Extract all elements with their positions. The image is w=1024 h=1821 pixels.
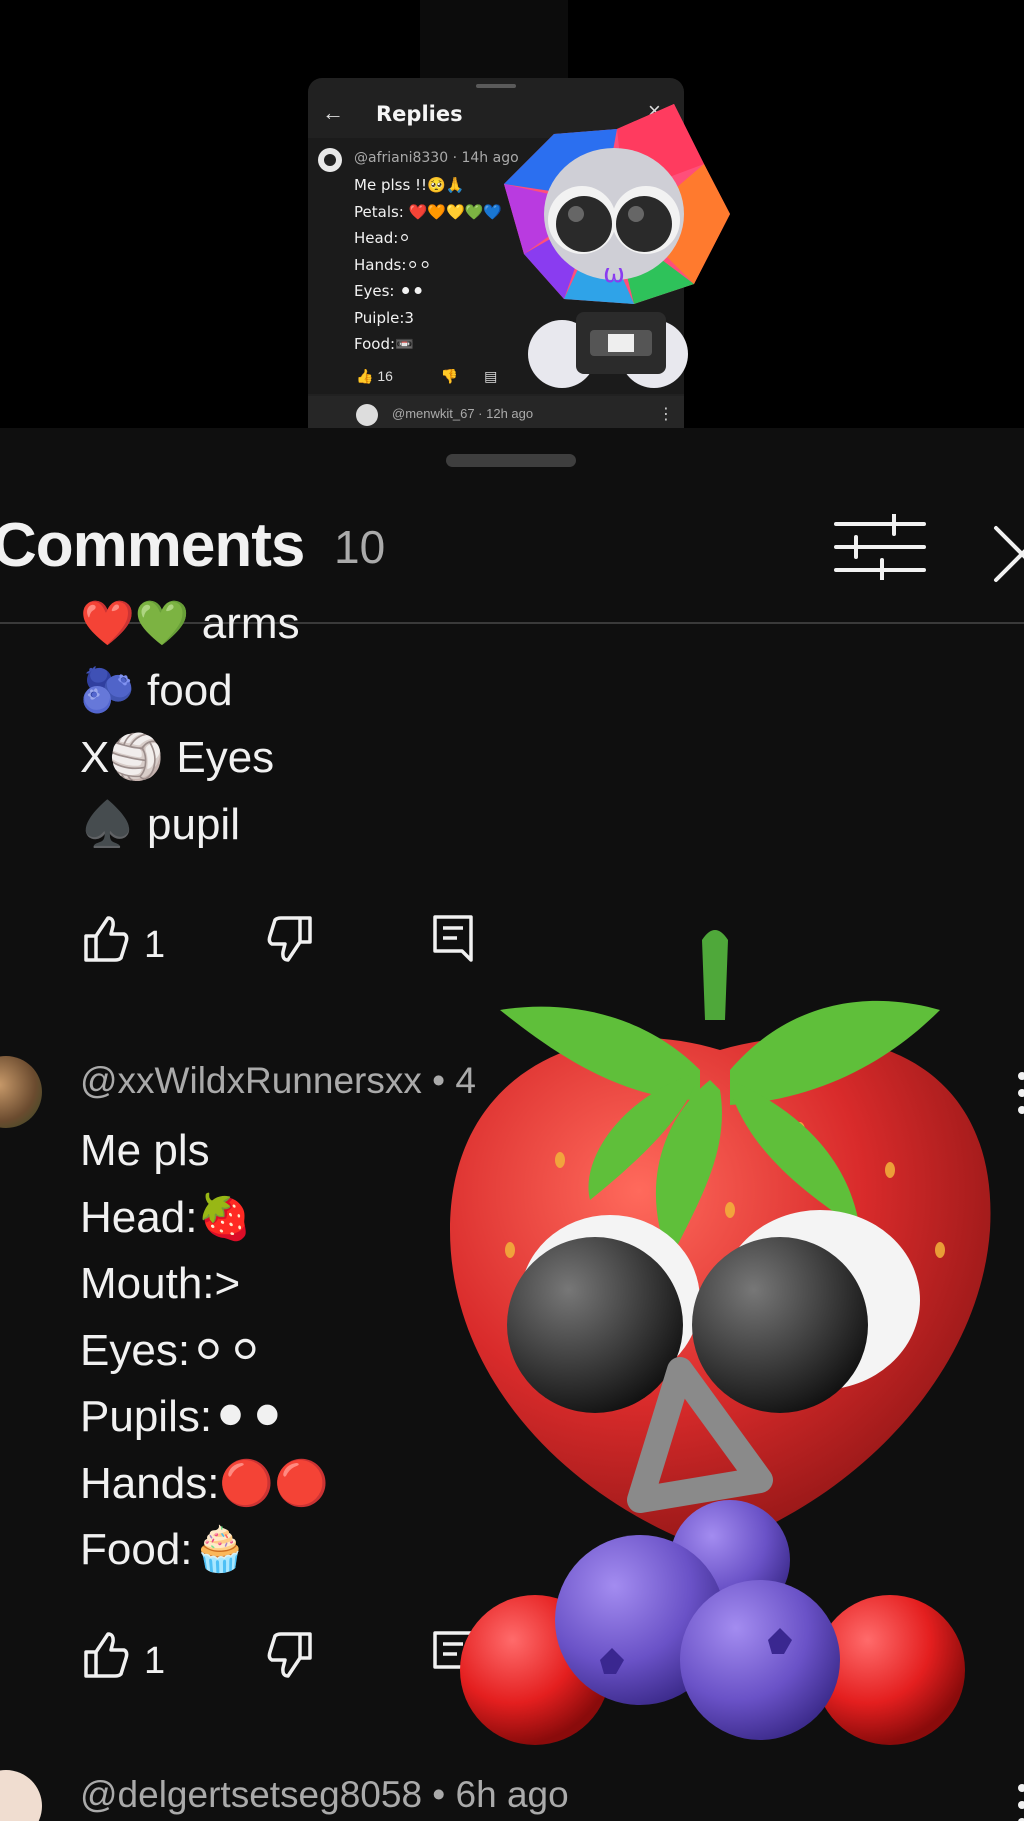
more-vert-icon[interactable]: ⋮ bbox=[658, 404, 674, 424]
comment-author[interactable]: @delgertsetseg8058 • 6h ago bbox=[80, 1774, 569, 1816]
thumbs-up-icon[interactable] bbox=[82, 914, 130, 964]
comment-count: 10 bbox=[334, 521, 386, 573]
comment-line: Food:🧁 bbox=[80, 1525, 248, 1574]
thumbs-up-icon[interactable] bbox=[82, 1630, 130, 1680]
reply-line: Me plss !!🥺🙏 bbox=[354, 176, 465, 194]
like-count: 16 bbox=[377, 368, 393, 384]
comment-line: ❤️💚 arms bbox=[80, 599, 300, 648]
like-count: 1 bbox=[144, 924, 166, 966]
reply-icon[interactable]: ▤ bbox=[484, 368, 497, 384]
comment-actions: 1 bbox=[82, 1630, 502, 1690]
next-reply: @menwkit_67 · 12h ago ⋮ bbox=[308, 396, 684, 428]
page-title: Comments bbox=[0, 511, 305, 580]
comment-author[interactable]: @xxWildxRunnersxx • 4 bbox=[80, 1060, 476, 1102]
reply-actions: 👍 16 👎 ▤ bbox=[356, 368, 519, 385]
comment-text: ❤️💚 arms 🫐 food X🏐 Eyes ♠️ pupil bbox=[80, 599, 300, 858]
thumbs-up-icon[interactable]: 👍 16 bbox=[356, 368, 415, 384]
comment-line: X🏐 Eyes bbox=[80, 733, 275, 782]
filter-icon[interactable] bbox=[832, 514, 928, 580]
avatar[interactable] bbox=[0, 1056, 42, 1128]
avatar[interactable] bbox=[0, 1770, 42, 1821]
comment-line: Pupils:⚫⚫ bbox=[80, 1392, 286, 1441]
comment-actions: 1 bbox=[82, 914, 502, 974]
reply-line: Eyes: ⚫⚫ bbox=[354, 282, 425, 300]
reply-text: Me plss !!🥺🙏 Petals: ❤️🧡💛💚💙 Head:⚪ Hands… bbox=[354, 172, 502, 358]
comment-line: ♠️ pupil bbox=[80, 800, 240, 849]
reply-line: Head:⚪ bbox=[354, 229, 411, 247]
svg-text:ω: ω bbox=[603, 259, 625, 289]
video-strip bbox=[420, 0, 568, 80]
avatar[interactable] bbox=[318, 148, 342, 172]
more-vert-icon[interactable] bbox=[1012, 1780, 1024, 1821]
reply-handle[interactable]: @menwkit_67 · 12h ago bbox=[392, 406, 533, 421]
replies-drag-handle[interactable] bbox=[476, 84, 516, 88]
video-area[interactable]: ← Replies × @afriani8330 · 14h ago Me pl… bbox=[0, 0, 1024, 428]
thumbs-down-icon[interactable] bbox=[266, 914, 314, 964]
strawberry-character-image bbox=[450, 930, 991, 1745]
reply-line: Puiple:3 bbox=[354, 308, 414, 327]
comment-line: 🫐 food bbox=[80, 666, 233, 715]
comment-line: Hands:🔴🔴 bbox=[80, 1458, 329, 1508]
comment-text: Me pls Head:🍓 Mouth:> Eyes:⚪⚪ Pupils:⚫⚫ … bbox=[80, 1118, 329, 1584]
replies-title: Replies bbox=[376, 102, 463, 126]
reply-line: Petals: ❤️🧡💛💚💙 bbox=[354, 202, 503, 221]
thumbs-down-icon[interactable]: 👎 bbox=[441, 368, 458, 384]
reply-line: Food:📼 bbox=[354, 335, 414, 353]
reply-line: Hands:⚪⚪ bbox=[354, 255, 432, 274]
petal-character-image: ω bbox=[504, 104, 730, 388]
comment-line: Eyes:⚪⚪ bbox=[80, 1325, 264, 1375]
like-count: 1 bbox=[144, 1640, 166, 1682]
comment-line: Mouth:> bbox=[80, 1259, 241, 1308]
comment-line: Head:🍓 bbox=[80, 1192, 253, 1242]
close-icon[interactable] bbox=[988, 518, 1024, 584]
sheet-drag-handle[interactable] bbox=[446, 454, 576, 467]
comment-line: Me pls bbox=[80, 1126, 210, 1175]
avatar[interactable] bbox=[356, 404, 378, 426]
reply-handle[interactable]: @afriani8330 · 14h ago bbox=[354, 150, 519, 166]
thumbs-down-icon[interactable] bbox=[266, 1630, 314, 1680]
more-vert-icon[interactable] bbox=[1012, 1068, 1024, 1118]
back-arrow-icon[interactable]: ← bbox=[322, 100, 344, 126]
